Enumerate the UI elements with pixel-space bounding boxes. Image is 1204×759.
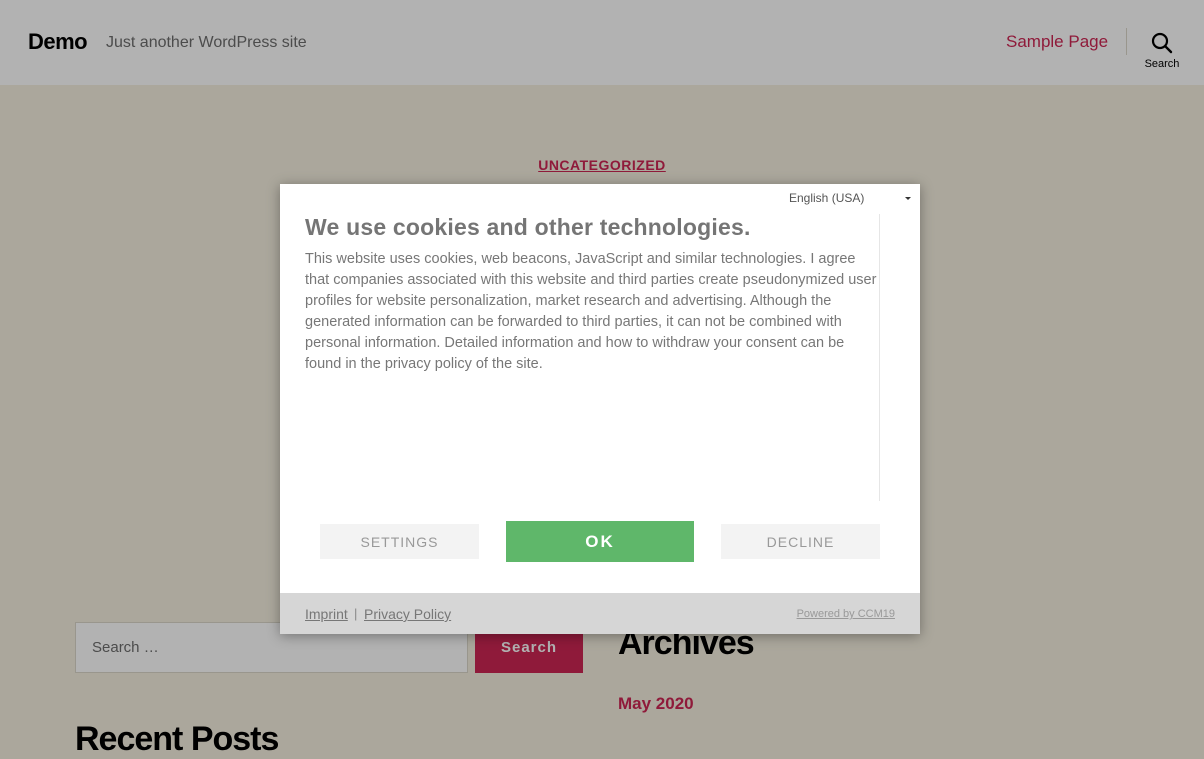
cookie-footer: Imprint | Privacy Policy Powered by CCM1… — [280, 593, 920, 634]
decline-button[interactable]: DECLINE — [721, 524, 880, 559]
ok-button[interactable]: OK — [506, 521, 694, 562]
footer-separator: | — [354, 606, 358, 621]
settings-button[interactable]: SETTINGS — [320, 524, 479, 559]
powered-by-link[interactable]: Powered by CCM19 — [790, 608, 895, 620]
scroll-divider — [879, 214, 880, 501]
cookie-heading: We use cookies and other technologies. — [305, 214, 751, 240]
cookie-consent-dialog: English (USA) We use cookies and other t… — [280, 184, 920, 634]
privacy-policy-link[interactable]: Privacy Policy — [364, 606, 451, 622]
imprint-link[interactable]: Imprint — [305, 606, 348, 622]
caret-down-icon — [905, 197, 911, 200]
language-select[interactable]: English (USA) — [789, 191, 913, 207]
language-select-value: English (USA) — [789, 191, 865, 205]
cookie-description: This website uses cookies, web beacons, … — [305, 251, 877, 372]
